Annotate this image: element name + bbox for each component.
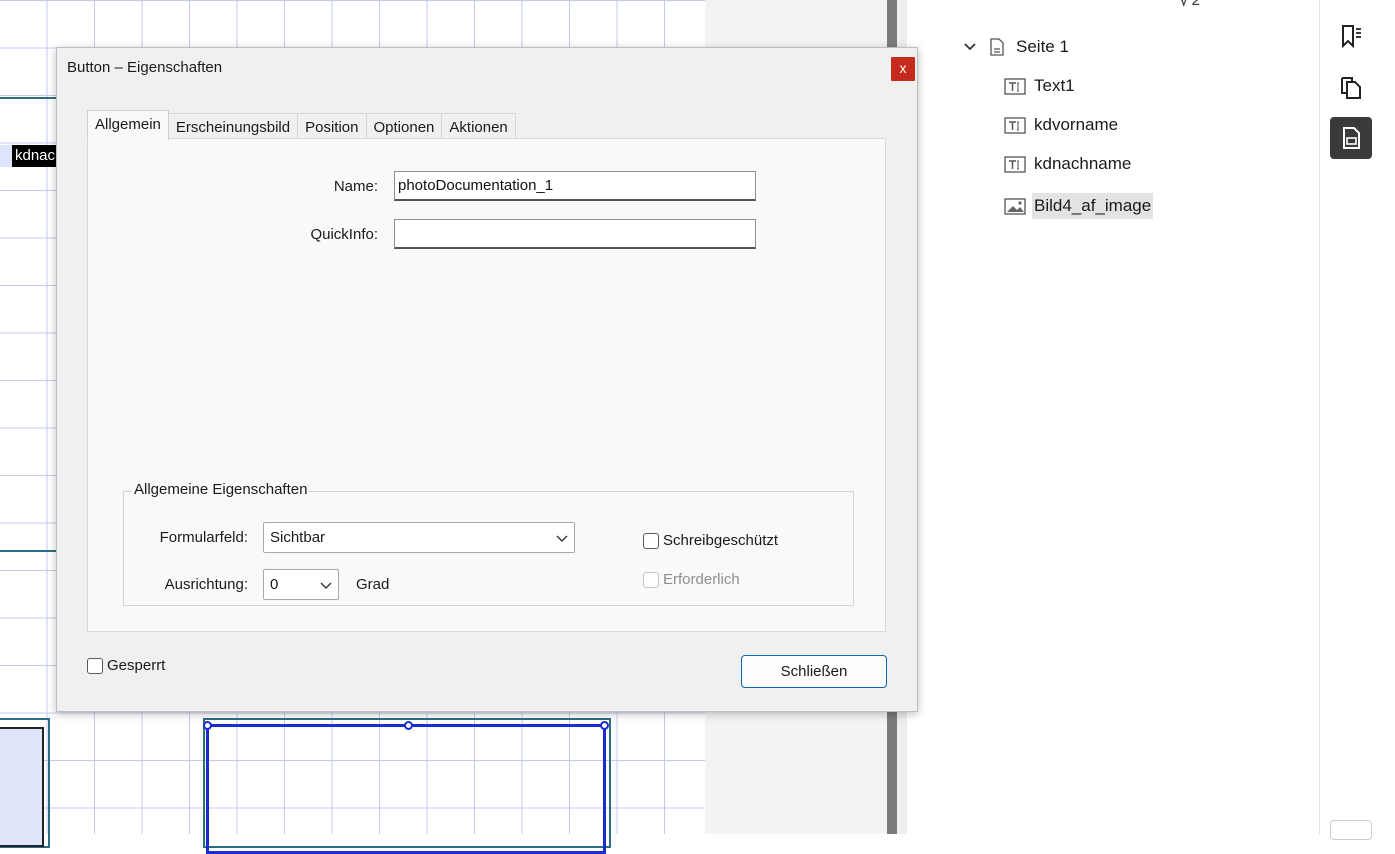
fields-icon <box>1343 127 1360 149</box>
dialog-title: Button – Eigenschaften <box>67 59 223 76</box>
tool-strip <box>1319 0 1395 840</box>
fields-tree-panel: y 2 Seite 1 Text1 kdvorname kdnachname B… <box>907 0 1319 834</box>
tree-item-kdvorname[interactable]: kdvorname <box>1004 109 1120 141</box>
bookmark-icon <box>1342 25 1361 49</box>
image-field-selection[interactable] <box>203 721 609 854</box>
quickinfo-label: QuickInfo: <box>310 226 378 243</box>
checkbox-label: Erforderlich <box>663 571 740 588</box>
schreibgeschuetzt-checkbox[interactable]: Schreibgeschützt <box>643 532 778 549</box>
tab-position[interactable]: Position <box>297 113 367 140</box>
bookmarks-button[interactable] <box>1330 15 1372 57</box>
field-name-tag[interactable]: kdnac <box>0 145 56 167</box>
panel-header-clipped: y 2 <box>1180 0 1240 6</box>
bottom-tool-button[interactable] <box>1330 820 1372 840</box>
ausrichtung-label: Ausrichtung: <box>164 576 248 593</box>
tree-item-label: kdnachname <box>1034 154 1132 173</box>
button-properties-dialog: Button – Eigenschaften x Allgemein Ersch… <box>56 47 918 712</box>
resize-handle[interactable] <box>203 721 212 730</box>
page-icon <box>990 38 1004 56</box>
tab-allgemein[interactable]: Allgemein <box>87 110 169 140</box>
tree-item-label: kdvorname <box>1034 115 1119 134</box>
quickinfo-input[interactable] <box>394 219 756 249</box>
tab-aktionen[interactable]: Aktionen <box>441 113 516 140</box>
tab-erscheinungsbild[interactable]: Erscheinungsbild <box>167 113 299 140</box>
gesperrt-checkbox[interactable]: Gesperrt <box>87 657 165 674</box>
resize-handle[interactable] <box>600 721 609 730</box>
checkbox-box[interactable] <box>643 532 659 549</box>
tree-item-text1[interactable]: Text1 <box>1004 70 1077 102</box>
formularfeld-value: Sichtbar <box>270 529 326 546</box>
checkbox-label: Schreibgeschützt <box>663 532 779 549</box>
canvas-guide-line <box>0 550 56 552</box>
pages-button[interactable] <box>1330 66 1372 108</box>
checkbox-label: Gesperrt <box>107 657 166 674</box>
text-field-icon <box>1004 156 1026 173</box>
tab-optionen[interactable]: Optionen <box>365 113 443 140</box>
name-label: Name: <box>333 178 378 195</box>
tree-item-label: Seite 1 <box>1016 37 1069 56</box>
tree-item-bild4-af-image[interactable]: Bild4_af_image <box>1004 190 1154 222</box>
text-field-icon <box>1004 78 1026 95</box>
formularfeld-label: Formularfeld: <box>159 529 248 546</box>
tree-item-kdnachname[interactable]: kdnachname <box>1004 148 1133 180</box>
tab-panel-allgemein: Name: photoDocumentation_1 QuickInfo: Al… <box>87 138 886 632</box>
ausrichtung-select[interactable]: 0 <box>263 569 339 600</box>
formularfeld-select[interactable]: Sichtbar <box>263 522 575 553</box>
chevron-down-icon <box>556 535 568 542</box>
group-title: Allgemeine Eigenschaften <box>132 481 310 498</box>
ausrichtung-value: 0 <box>270 576 279 593</box>
tab-bar: Allgemein Erscheinungsbild Position Opti… <box>87 110 516 140</box>
name-input[interactable]: photoDocumentation_1 <box>394 171 756 201</box>
form-field-box[interactable] <box>0 727 44 847</box>
text-field-icon <box>1004 117 1026 134</box>
resize-handle[interactable] <box>404 721 413 730</box>
image-field-icon <box>1004 198 1026 215</box>
tree-item-label: Text1 <box>1034 76 1075 95</box>
chevron-down-icon <box>320 582 332 589</box>
grad-label: Grad <box>356 576 390 593</box>
canvas-guide-line <box>0 97 56 99</box>
erforderlich-checkbox[interactable]: Erforderlich <box>643 571 740 588</box>
fields-button[interactable] <box>1330 117 1372 159</box>
close-button[interactable]: Schließen <box>741 655 887 688</box>
tree-item-seite-1[interactable]: Seite 1 <box>962 31 1071 63</box>
checkbox-box[interactable] <box>87 657 103 674</box>
tree-item-label: Bild4_af_image <box>1032 193 1154 219</box>
checkbox-box[interactable] <box>643 571 659 588</box>
pages-icon <box>1341 77 1361 99</box>
close-icon[interactable]: x <box>891 57 915 81</box>
chevron-down-icon[interactable] <box>962 39 978 55</box>
